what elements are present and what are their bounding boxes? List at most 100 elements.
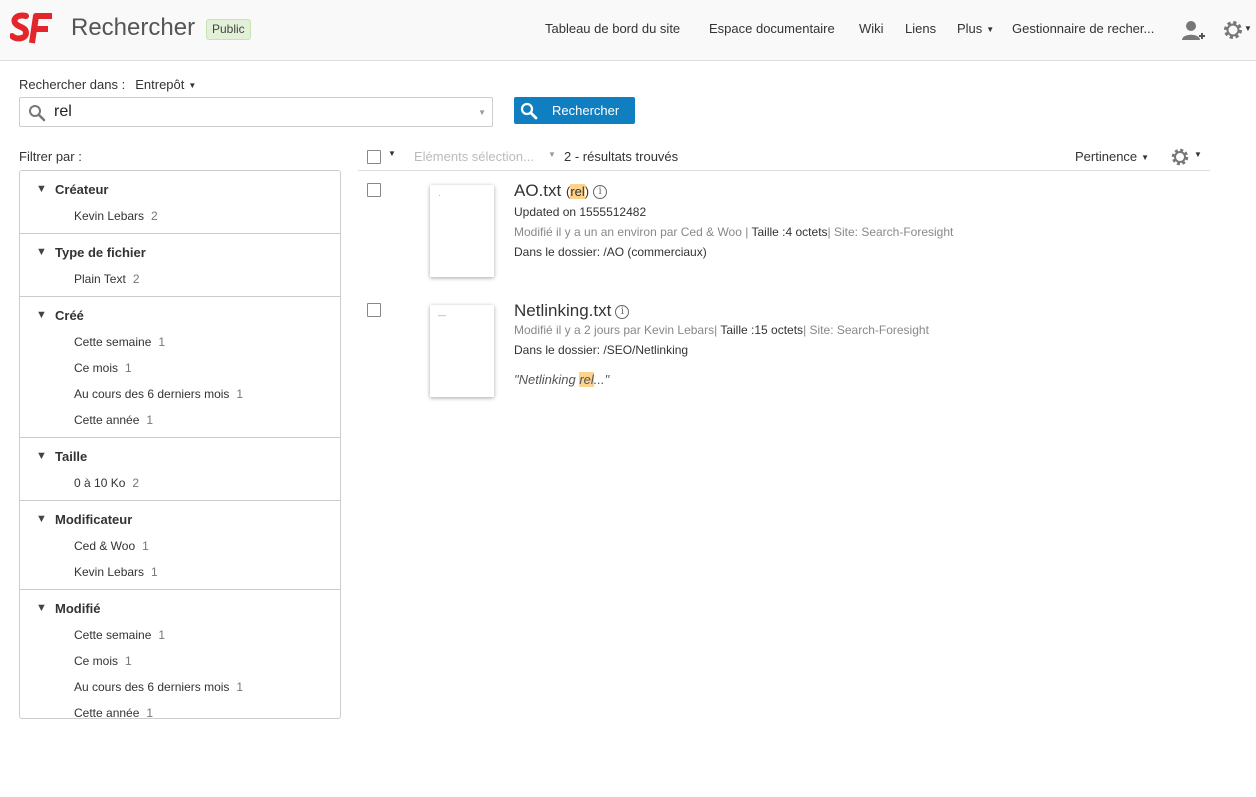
result-name-link[interactable]: AO.txt xyxy=(514,181,561,200)
search-input[interactable]: rel ▼ xyxy=(19,97,493,127)
search-scope-dropdown[interactable]: Entrepôt ▼ xyxy=(135,77,196,92)
search-query[interactable]: rel xyxy=(54,103,72,121)
document-thumbnail[interactable]: — xyxy=(430,305,494,397)
facet-option-label: Kevin Lebars xyxy=(74,209,145,223)
collapse-triangle-icon[interactable]: ▼ xyxy=(36,450,47,462)
facet-option-label: Ce mois xyxy=(74,361,119,375)
facet-option-label: Ced & Woo xyxy=(74,539,136,553)
facet-option[interactable]: Au cours des 6 derniers mois 1 xyxy=(20,385,340,411)
collapse-triangle-icon[interactable]: ▼ xyxy=(36,309,47,321)
search-icon xyxy=(29,105,46,122)
facet-option-count: 1 xyxy=(151,565,158,579)
facet-header[interactable]: ▼ Taille xyxy=(20,438,340,474)
facet-option-count: 2 xyxy=(151,209,158,223)
collapse-triangle-icon[interactable]: ▼ xyxy=(36,183,47,195)
facet-option[interactable]: Au cours des 6 derniers mois 1 xyxy=(20,678,340,704)
facet-option[interactable]: Kevin Lebars 2 xyxy=(20,207,340,233)
facet-option[interactable]: Cette année 1 xyxy=(20,704,340,730)
info-icon[interactable]: i xyxy=(615,304,630,319)
facet-header[interactable]: ▼ Type de fichier xyxy=(20,234,340,270)
select-all-checkbox[interactable] xyxy=(367,150,381,164)
gear-icon[interactable] xyxy=(1170,147,1190,167)
facet-modifier: ▼ Modificateur Ced & Woo 1 Kevin Lebars 1 xyxy=(20,501,340,590)
result-snippet: "Netlinking rel..." xyxy=(514,372,609,387)
result-checkbox[interactable] xyxy=(367,183,381,197)
info-icon[interactable]: i xyxy=(593,184,608,199)
result-folder[interactable]: Dans le dossier: /SEO/Netlinking xyxy=(514,343,688,357)
chevron-down-icon[interactable]: ▼ xyxy=(1244,24,1252,33)
facet-option-count: 1 xyxy=(125,654,132,668)
visibility-badge: Public xyxy=(206,19,251,40)
facet-title: Créé xyxy=(55,308,84,323)
document-thumbnail[interactable]: · xyxy=(430,185,494,277)
facet-option[interactable]: Ce mois 1 xyxy=(20,652,340,678)
nav-document-library[interactable]: Espace documentaire xyxy=(709,21,835,36)
search-icon xyxy=(520,102,538,120)
result-site[interactable]: | Site: Search-Foresight xyxy=(803,323,929,337)
selected-items-menu[interactable]: Eléments sélection... xyxy=(414,149,534,164)
nav-links[interactable]: Liens xyxy=(905,21,936,36)
highlight-term: rel xyxy=(570,184,585,199)
header-bar: Rechercher Public Tableau de bord du sit… xyxy=(0,0,1256,61)
facet-header[interactable]: ▼ Créateur xyxy=(20,171,340,207)
facet-option[interactable]: Plain Text 2 xyxy=(20,270,340,296)
nav-more-menu[interactable]: Plus ▼ xyxy=(957,21,994,36)
collapse-triangle-icon[interactable]: ▼ xyxy=(36,246,47,258)
sf-logo-icon[interactable] xyxy=(10,12,54,46)
result-folder[interactable]: Dans le dossier: /AO (commerciaux) xyxy=(514,245,707,259)
nav-site-dashboard[interactable]: Tableau de bord du site xyxy=(545,21,680,36)
result-size: Taille :15 octets xyxy=(720,323,804,337)
facet-option[interactable]: Ced & Woo 1 xyxy=(20,537,340,563)
facet-title: Type de fichier xyxy=(55,245,146,260)
chevron-down-icon: ▼ xyxy=(986,25,995,35)
facet-creator: ▼ Créateur Kevin Lebars 2 xyxy=(20,171,340,234)
facet-header[interactable]: ▼ Créé xyxy=(20,297,340,333)
facet-header[interactable]: ▼ Modifié xyxy=(20,590,340,626)
settings-gear-icon[interactable] xyxy=(1222,19,1244,41)
collapse-triangle-icon[interactable]: ▼ xyxy=(36,513,47,525)
nav-search-manager[interactable]: Gestionnaire de recher... xyxy=(1012,21,1154,36)
chevron-down-icon[interactable]: ▼ xyxy=(478,108,486,117)
highlight-term: rel xyxy=(579,372,594,387)
facet-option-label: Plain Text xyxy=(74,272,126,286)
facet-option-label: 0 à 10 Ko xyxy=(74,476,126,490)
chevron-down-icon[interactable]: ▼ xyxy=(388,149,396,158)
result-metadata: Modifié il y a un an environ par Ced & W… xyxy=(514,225,953,239)
thumbnail-text-mark: · xyxy=(438,191,441,200)
result-updated: Updated on 1555512482 xyxy=(514,205,647,219)
collapse-triangle-icon[interactable]: ▼ xyxy=(36,602,47,614)
chevron-down-icon[interactable]: ▼ xyxy=(1194,150,1202,159)
snippet-text: ..." xyxy=(593,372,610,387)
facet-option[interactable]: 0 à 10 Ko 2 xyxy=(20,474,340,500)
facet-title: Modifié xyxy=(55,601,101,616)
facet-option[interactable]: Cette semaine 1 xyxy=(20,626,340,652)
chevron-down-icon[interactable]: ▼ xyxy=(548,150,556,159)
result-name-link[interactable]: Netlinking.txt xyxy=(514,301,611,320)
result-count: 2 - résultats trouvés xyxy=(564,149,679,164)
facet-option-count: 1 xyxy=(236,387,244,401)
facet-option-label: Au cours des 6 derniers mois xyxy=(74,387,230,401)
facet-modified: ▼ Modifié Cette semaine 1 Ce mois 1 Au cou… xyxy=(20,590,340,730)
chevron-down-icon: ▼ xyxy=(1141,153,1150,163)
facet-option[interactable]: Cette année 1 xyxy=(20,411,340,437)
facet-option[interactable]: Kevin Lebars 1 xyxy=(20,563,340,589)
nav-more-label: Plus xyxy=(957,21,983,36)
search-scope-label: Rechercher dans : xyxy=(19,77,126,92)
sort-dropdown[interactable]: Pertinence ▼ xyxy=(1075,149,1149,164)
add-user-icon[interactable] xyxy=(1181,19,1205,43)
facet-title: Taille xyxy=(55,449,88,464)
result-title: AO.txt (rel) i xyxy=(514,181,608,201)
result-modified: Modifié il y a un an environ par Ced & W… xyxy=(514,225,749,239)
result-title: Netlinking.txt i xyxy=(514,301,630,321)
result-site[interactable]: | Site: Search-Foresight xyxy=(828,225,954,239)
facet-option-count: 1 xyxy=(146,413,154,427)
result-checkbox[interactable] xyxy=(367,303,381,317)
search-button[interactable]: Rechercher xyxy=(514,97,635,124)
facet-option[interactable]: Cette semaine 1 xyxy=(20,333,340,359)
search-button-label: Rechercher xyxy=(552,103,620,118)
nav-wiki[interactable]: Wiki xyxy=(859,21,884,36)
facet-header[interactable]: ▼ Modificateur xyxy=(20,501,340,537)
facet-option-count: 1 xyxy=(125,361,132,375)
search-scope: Rechercher dans : Entrepôt ▼ xyxy=(19,77,196,92)
facet-option[interactable]: Ce mois 1 xyxy=(20,359,340,385)
